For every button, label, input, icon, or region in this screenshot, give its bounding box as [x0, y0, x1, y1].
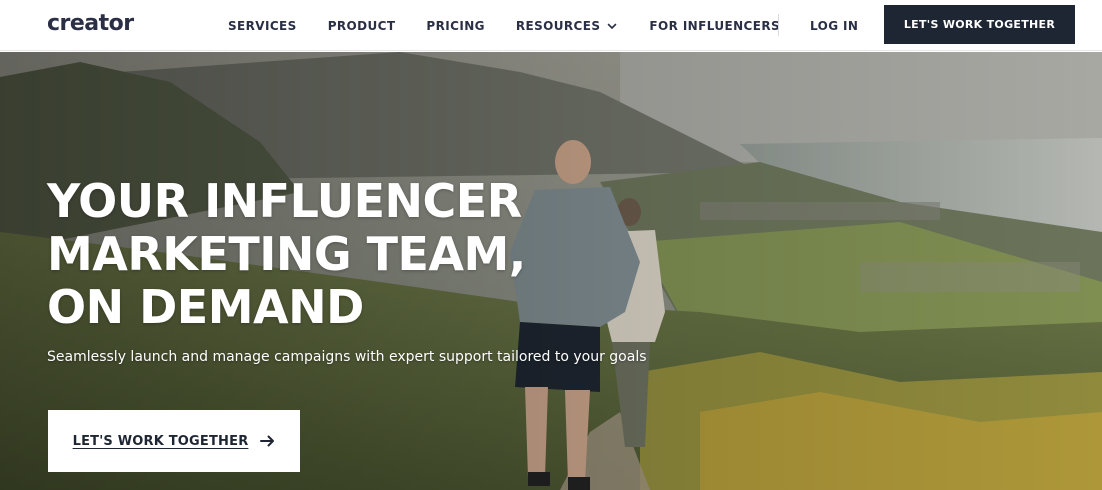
nav-resources-label: RESOURCES — [515, 18, 601, 33]
nav-product[interactable]: PRODUCT — [328, 19, 396, 33]
nav-divider — [778, 14, 779, 36]
creator-logo[interactable]: creator — [47, 11, 134, 36]
top-navigation: creator SERVICES PRODUCT PRICING RESOURC… — [0, 0, 1102, 51]
work-together-button-hero[interactable]: LET'S WORK TOGETHER — [48, 410, 300, 472]
arrow-right-icon — [260, 435, 275, 447]
login-link[interactable]: LOG IN — [810, 0, 858, 51]
headline-line-3: ON DEMAND — [47, 280, 364, 334]
nav-pricing[interactable]: PRICING — [426, 19, 484, 33]
nav-services[interactable]: SERVICES — [228, 19, 297, 33]
hero-headline: YOUR INFLUENCER MARKETING TEAM, ON DEMAN… — [47, 175, 607, 334]
cta-hero-label: LET'S WORK TOGETHER — [72, 433, 249, 449]
chevron-down-icon — [608, 23, 617, 29]
work-together-button-nav[interactable]: LET'S WORK TOGETHER — [884, 5, 1075, 44]
nav-for-influencers[interactable]: FOR INFLUENCERS — [649, 19, 780, 33]
main-menu: SERVICES PRODUCT PRICING RESOURCES FOR I… — [228, 0, 780, 51]
headline-line-1: YOUR INFLUENCER — [47, 174, 522, 228]
nav-resources[interactable]: RESOURCES — [516, 19, 619, 33]
hero-section: YOUR INFLUENCER MARKETING TEAM, ON DEMAN… — [0, 52, 1102, 490]
headline-line-2: MARKETING TEAM, — [47, 227, 526, 281]
logo-text: creator — [47, 11, 134, 36]
hero-subheadline: Seamlessly launch and manage campaigns w… — [47, 349, 647, 365]
